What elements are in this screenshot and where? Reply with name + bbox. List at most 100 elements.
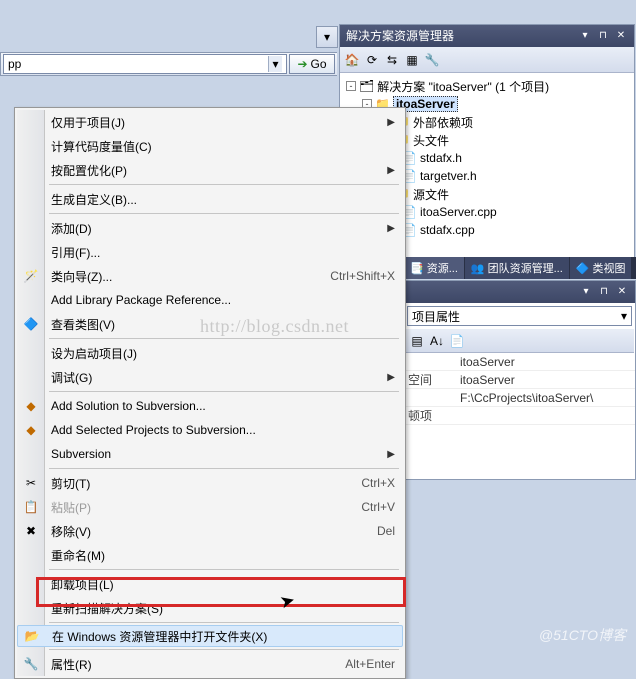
menu-unload-project[interactable]: 卸载项目(L)	[17, 572, 403, 596]
menu-label: 类向导(Z)...	[51, 268, 314, 285]
tree-label: 解决方案 "itoaServer" (1 个项目)	[377, 78, 549, 95]
menu-separator	[49, 184, 399, 185]
menu-remove[interactable]: ✖ 移除(V) Del	[17, 519, 403, 543]
wizard-icon: 🪄	[23, 268, 39, 284]
menu-project-only[interactable]: 仅用于项目(J) ▶	[17, 110, 403, 134]
tab-label: 团队资源管理...	[488, 260, 563, 276]
properties-panel: ▾ ⊓ ✕ 项目属性 ▾ ▤ A↓ 📄 itoaServer 空间 itoaSe…	[403, 280, 636, 480]
tree-solution-node[interactable]: - 🗂 解决方案 "itoaServer" (1 个项目)	[342, 77, 632, 95]
delete-icon: ✖	[23, 523, 39, 539]
property-row[interactable]: F:\CcProjects\itoaServer\	[404, 389, 635, 407]
go-label: Go	[311, 57, 327, 71]
menu-config-optimize[interactable]: 按配置优化(P) ▶	[17, 158, 403, 182]
menu-debug[interactable]: 调试(G) ▶	[17, 365, 403, 389]
menu-separator	[49, 569, 399, 570]
tab-class-view[interactable]: 🔷 类视图	[570, 257, 632, 279]
dropdown-icon[interactable]: ▾	[579, 285, 593, 299]
menu-label: 设为启动项目(J)	[51, 345, 395, 362]
solution-explorer-title-bar: 解决方案资源管理器 ▾ ⊓ ✕	[340, 25, 634, 47]
tab-team-explorer[interactable]: 👥 团队资源管理...	[465, 257, 569, 279]
menu-add-solution-svn[interactable]: ◆ Add Solution to Subversion...	[17, 394, 403, 418]
menu-shortcut: Del	[377, 524, 395, 538]
tab-label: 类视图	[592, 260, 625, 276]
close-icon[interactable]: ✕	[615, 285, 629, 299]
menu-cut[interactable]: ✂ 剪切(T) Ctrl+X	[17, 471, 403, 495]
menu-add-library-package[interactable]: Add Library Package Reference...	[17, 288, 403, 312]
svn-icon: ◆	[23, 422, 39, 438]
svn-icon: ◆	[23, 398, 39, 414]
pin-icon[interactable]: ⊓	[596, 29, 610, 43]
menu-shortcut: Ctrl+Shift+X	[330, 269, 395, 283]
property-row[interactable]: 顿项	[404, 407, 635, 425]
properties-icon[interactable]: 🔧	[424, 52, 440, 68]
menu-open-folder-in-explorer[interactable]: 📂 在 Windows 资源管理器中打开文件夹(X)	[17, 625, 403, 647]
menu-add-projects-svn[interactable]: ◆ Add Selected Projects to Subversion...	[17, 418, 403, 442]
dropdown-icon[interactable]: ▾	[578, 29, 592, 43]
chevron-down-icon[interactable]: ▾	[268, 56, 282, 72]
tree-label: 头文件	[413, 132, 449, 149]
property-value: itoaServer	[456, 355, 635, 369]
close-icon[interactable]: ✕	[614, 29, 628, 43]
properties-toolbar: ▤ A↓ 📄	[405, 329, 634, 353]
menu-view-class-diagram[interactable]: 🔷 查看类图(V)	[17, 312, 403, 336]
property-row[interactable]: itoaServer	[404, 353, 635, 371]
menu-calc-metrics[interactable]: 计算代码度量值(C)	[17, 134, 403, 158]
menu-label: Add Selected Projects to Subversion...	[51, 423, 395, 437]
menu-label: 卸载项目(L)	[51, 576, 395, 593]
collapse-icon[interactable]: -	[346, 81, 356, 91]
menu-label: 仅用于项目(J)	[51, 114, 387, 131]
go-button[interactable]: ➔ Go	[289, 54, 335, 74]
menu-label: Add Solution to Subversion...	[51, 399, 395, 413]
refresh-icon[interactable]: ⟳	[364, 52, 380, 68]
properties-grid: itoaServer 空间 itoaServer F:\CcProjects\i…	[404, 353, 635, 425]
menu-shortcut: Ctrl+V	[361, 500, 395, 514]
menu-label: 引用(F)...	[51, 244, 395, 261]
property-value: itoaServer	[456, 373, 635, 387]
menu-rename[interactable]: 重命名(M)	[17, 543, 403, 567]
properties-combo-label: 项目属性	[412, 308, 460, 325]
tree-label: itoaServer.cpp	[420, 205, 497, 219]
menu-reference[interactable]: 引用(F)...	[17, 240, 403, 264]
menu-shortcut: Alt+Enter	[345, 657, 395, 671]
menu-properties[interactable]: 🔧 属性(R) Alt+Enter	[17, 652, 403, 676]
properties-object-combo[interactable]: 项目属性 ▾	[407, 306, 632, 326]
tab-solution-resource[interactable]: 📑 资源...	[404, 257, 464, 279]
submenu-arrow-icon: ▶	[387, 223, 395, 234]
menu-label: 属性(R)	[51, 656, 329, 673]
menu-paste: 📋 粘贴(P) Ctrl+V	[17, 495, 403, 519]
menu-add[interactable]: 添加(D) ▶	[17, 216, 403, 240]
show-all-icon[interactable]: ▦	[404, 52, 420, 68]
menu-label: 重新扫描解决方案(S)	[51, 600, 395, 617]
property-key: 顿项	[404, 407, 456, 424]
menu-label: Subversion	[51, 447, 387, 461]
chevron-down-icon: ▾	[621, 309, 627, 323]
property-row[interactable]: 空间 itoaServer	[404, 371, 635, 389]
categorize-icon[interactable]: ▤	[409, 333, 425, 349]
home-icon[interactable]: 🏠	[344, 52, 360, 68]
menu-label: 重命名(M)	[51, 547, 395, 564]
menu-label: 剪切(T)	[51, 475, 345, 492]
tree-label: 外部依赖项	[413, 114, 473, 131]
property-value: F:\CcProjects\itoaServer\	[456, 391, 635, 405]
sync-icon[interactable]: ⇆	[384, 52, 400, 68]
menu-set-startup[interactable]: 设为启动项目(J)	[17, 341, 403, 365]
project-context-menu: 仅用于项目(J) ▶ 计算代码度量值(C) 按配置优化(P) ▶ 生成自定义(B…	[14, 107, 406, 679]
sort-icon[interactable]: A↓	[429, 333, 445, 349]
panel-dropdown-arrow[interactable]: ▾	[316, 26, 338, 48]
menu-separator	[49, 391, 399, 392]
go-arrow-icon: ➔	[297, 57, 307, 71]
file-combo[interactable]: pp ▾	[3, 54, 287, 74]
solution-explorer-toolbar: 🏠 ⟳ ⇆ ▦ 🔧	[340, 47, 634, 73]
menu-rescan-solution[interactable]: 重新扫描解决方案(S)	[17, 596, 403, 620]
file-combo-bar: pp ▾ ➔ Go	[0, 52, 337, 76]
property-key: 空间	[404, 371, 456, 388]
menu-subversion[interactable]: Subversion ▶	[17, 442, 403, 466]
menu-label: 计算代码度量值(C)	[51, 138, 395, 155]
menu-build-custom[interactable]: 生成自定义(B)...	[17, 187, 403, 211]
submenu-arrow-icon: ▶	[387, 117, 395, 128]
pages-icon[interactable]: 📄	[449, 333, 465, 349]
credit-text: @51CTO博客	[539, 625, 626, 645]
menu-class-wizard[interactable]: 🪄 类向导(Z)... Ctrl+Shift+X	[17, 264, 403, 288]
submenu-arrow-icon: ▶	[387, 372, 395, 383]
pin-icon[interactable]: ⊓	[597, 285, 611, 299]
